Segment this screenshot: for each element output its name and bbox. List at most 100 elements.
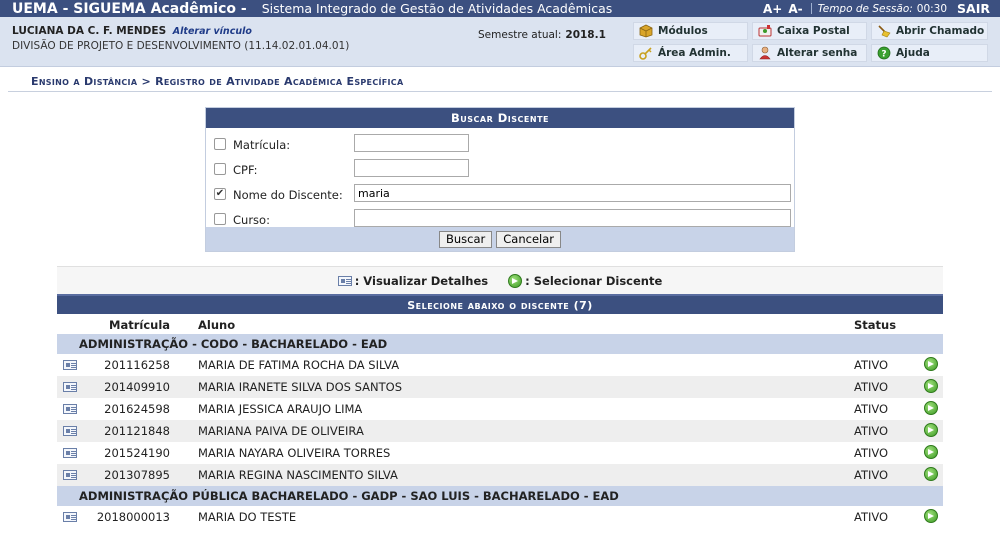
font-decrease-button[interactable]: A-	[788, 2, 802, 16]
open-ticket-button[interactable]: Abrir Chamado	[871, 22, 988, 40]
key-icon	[639, 47, 652, 60]
user-name: LUCIANA DA C. F. MENDES	[12, 25, 167, 37]
column-header-matricula: Matrícula	[109, 318, 171, 332]
row-student-name: MARIA NAYARA OLIVEIRA TORRES	[198, 446, 391, 460]
change-password-label: Alterar senha	[777, 47, 858, 59]
form-row-student-name: ✔ Nome do Discente:	[206, 184, 794, 206]
student-name-label: Nome do Discente:	[233, 188, 343, 202]
admin-area-button[interactable]: Área Admin.	[633, 44, 748, 62]
user-unit: DIVISÃO DE PROJETO E DESENVOLVIMENTO (11…	[12, 40, 350, 52]
cpf-checkbox[interactable]	[214, 163, 226, 175]
search-form: Buscar Discente Matrícula: CPF: ✔ Nome d…	[205, 107, 795, 252]
user-info-panel: LUCIANA DA C. F. MENDES Alterar vínculo …	[0, 17, 1000, 67]
select-student-icon[interactable]	[924, 379, 938, 393]
row-matricula: 2018000013	[96, 510, 170, 524]
form-row-cpf: CPF:	[206, 159, 794, 181]
session-time: 00:30	[916, 2, 948, 15]
column-header-aluno: Aluno	[198, 318, 236, 332]
breadcrumb: Ensino a Distância > Registro de Ativida…	[8, 70, 992, 92]
row-status: ATIVO	[854, 510, 889, 524]
help-label: Ajuda	[896, 47, 930, 59]
mailbox-button[interactable]: Caixa Postal	[752, 22, 867, 40]
session-label: Tempo de Sessão:	[817, 2, 913, 15]
row-student-name: MARIA IRANETE SILVA DOS SANTOS	[198, 380, 403, 394]
cancel-button[interactable]: Cancelar	[496, 230, 561, 248]
help-icon: ?	[877, 46, 891, 60]
admin-area-label: Área Admin.	[658, 47, 731, 59]
cpf-field[interactable]	[354, 159, 469, 177]
legend-select-student: : Selecionar Discente	[508, 273, 663, 288]
open-ticket-label: Abrir Chamado	[896, 25, 985, 37]
user-name-line: LUCIANA DA C. F. MENDES Alterar vínculo	[12, 25, 252, 37]
logout-button[interactable]: SAIR	[957, 1, 990, 16]
results-table: Selecione abaixo o discente (7) Matrícul…	[57, 294, 943, 528]
row-matricula: 201624598	[104, 402, 170, 416]
row-matricula: 201116258	[104, 358, 170, 372]
course-field[interactable]	[354, 209, 791, 227]
table-row: 201409910 MARIA IRANETE SILVA DOS SANTOS…	[57, 376, 943, 398]
row-student-name: MARIA DO TESTE	[198, 510, 297, 524]
matricula-field[interactable]	[354, 134, 469, 152]
select-student-icon[interactable]	[924, 509, 938, 523]
form-footer: Buscar Cancelar	[206, 227, 794, 251]
matricula-checkbox[interactable]	[214, 138, 226, 150]
svg-text:?: ?	[881, 50, 886, 60]
row-status: ATIVO	[854, 468, 889, 482]
course-name: ADMINISTRAÇÃO - CODO - BACHARELADO - EAD	[79, 337, 388, 351]
help-button[interactable]: ? Ajuda	[871, 44, 988, 62]
legend-select-label: : Selecionar Discente	[525, 273, 663, 288]
top-bar: UEMA - SIGUEMA Acadêmico - Sistema Integ…	[0, 0, 1000, 17]
row-status: ATIVO	[854, 380, 889, 394]
row-status: ATIVO	[854, 424, 889, 438]
course-label: Curso:	[233, 213, 270, 227]
cube-icon	[639, 24, 653, 38]
change-link[interactable]: Alterar vínculo	[173, 26, 252, 37]
legend: : Visualizar Detalhes : Selecionar Disce…	[57, 266, 943, 294]
row-matricula: 201121848	[104, 424, 170, 438]
matricula-label: Matrícula:	[233, 138, 291, 152]
modules-button[interactable]: Módulos	[633, 22, 748, 40]
form-row-matricula: Matrícula:	[206, 134, 794, 156]
semester-value: 2018.1	[565, 29, 606, 41]
app-subtitle: Sistema Integrado de Gestão de Atividade…	[261, 1, 613, 16]
table-row: 201524190 MARIA NAYARA OLIVEIRA TORRES A…	[57, 442, 943, 464]
select-student-icon[interactable]	[924, 423, 938, 437]
modules-label: Módulos	[658, 25, 708, 37]
table-row: 201116258 MARIA DE FATIMA ROCHA DA SILVA…	[57, 354, 943, 376]
cpf-label: CPF:	[233, 163, 258, 177]
select-student-icon[interactable]	[924, 401, 938, 415]
table-row: 201624598 MARIA JESSICA ARAUJO LIMA ATIV…	[57, 398, 943, 420]
mailbox-label: Caixa Postal	[777, 25, 850, 37]
student-name-checkbox[interactable]: ✔	[214, 188, 226, 200]
row-student-name: MARIA REGINA NASCIMENTO SILVA	[198, 468, 398, 482]
row-student-name: MARIA JESSICA ARAUJO LIMA	[198, 402, 363, 416]
column-header-status: Status	[854, 318, 897, 332]
course-name: ADMINISTRAÇÃO PÚBLICA BACHARELADO - GADP…	[79, 489, 619, 503]
select-student-icon[interactable]	[924, 357, 938, 371]
row-matricula: 201307895	[104, 468, 170, 482]
legend-view-details: : Visualizar Detalhes	[337, 273, 489, 288]
select-student-icon[interactable]	[924, 467, 938, 481]
results-caption: Selecione abaixo o discente (7)	[57, 294, 943, 314]
row-status: ATIVO	[854, 446, 889, 460]
breadcrumb-text: Ensino a Distância > Registro de Ativida…	[31, 75, 404, 88]
row-student-name: MARIA DE FATIMA ROCHA DA SILVA	[198, 358, 400, 372]
select-student-icon[interactable]	[924, 445, 938, 459]
semester-info: Semestre atual: 2018.1	[478, 29, 606, 41]
change-password-button[interactable]: Alterar senha	[752, 44, 867, 62]
font-increase-button[interactable]: A+	[763, 2, 782, 16]
table-row: 201307895 MARIA REGINA NASCIMENTO SILVA …	[57, 464, 943, 486]
legend-view-label: : Visualizar Detalhes	[354, 273, 489, 288]
broom-icon	[878, 25, 891, 38]
course-group-header: ADMINISTRAÇÃO - CODO - BACHARELADO - EAD	[57, 334, 943, 354]
row-status: ATIVO	[854, 358, 889, 372]
student-name-field[interactable]	[354, 184, 791, 202]
row-matricula: 201524190	[104, 446, 170, 460]
row-student-name: MARIANA PAIVA DE OLIVEIRA	[198, 424, 364, 438]
search-caption: Buscar Discente	[206, 108, 794, 128]
search-button[interactable]: Buscar	[438, 230, 493, 248]
semester-label: Semestre atual:	[478, 29, 562, 41]
table-header: Matrícula Aluno Status	[57, 314, 943, 334]
user-icon	[759, 46, 771, 60]
course-checkbox[interactable]	[214, 213, 226, 225]
